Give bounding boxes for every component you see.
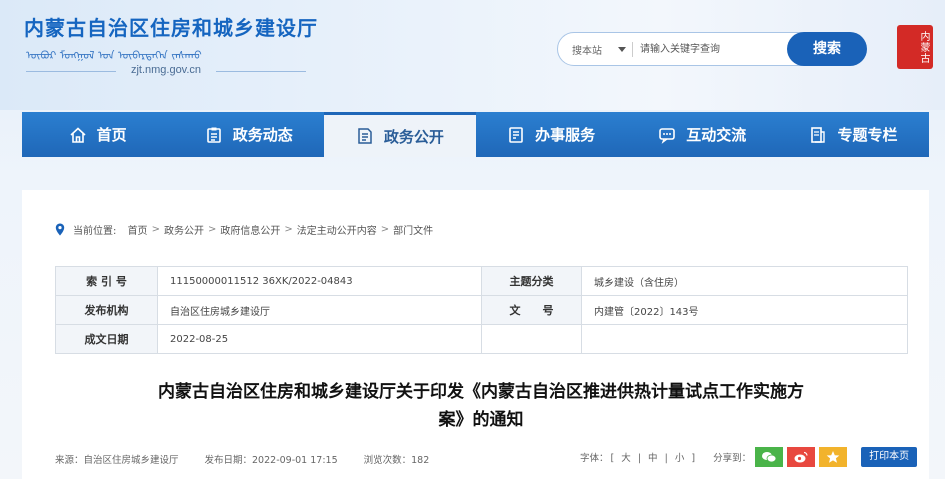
separator: | (664, 453, 668, 464)
meta-value-date: 2022-08-25 (157, 324, 482, 354)
article-publish-date: 发布日期：2022-09-01 17:15 (204, 455, 338, 466)
breadcrumb-prefix: 当前位置: (73, 226, 117, 237)
breadcrumb-separator: > (151, 224, 160, 235)
document-meta-table: 索 引 号 11150000011512 36XK/2022-04843 主题分… (55, 266, 908, 354)
document-title: 内蒙古自治区住房和城乡建设厅关于印发《内蒙古自治区推进供热计量试点工作实施方 案… (55, 378, 907, 434)
star-icon (826, 451, 840, 463)
site-domain: zjt.nmg.gov.cn (130, 64, 202, 76)
nav-item-topics[interactable]: 专题专栏 (778, 112, 929, 157)
meta-empty-cell (481, 324, 582, 354)
meta-value-publisher: 自治区住房城乡建设厅 (157, 295, 482, 325)
font-size-small-button[interactable]: 小 (675, 453, 685, 464)
table-row: 索 引 号 11150000011512 36XK/2022-04843 主题分… (55, 266, 908, 296)
meta-value-docno: 内建管〔2022〕143号 (581, 295, 908, 325)
font-size-label: 字体： (580, 453, 609, 464)
divider (632, 42, 633, 57)
service-icon (507, 126, 525, 144)
nav-item-news[interactable]: 政务动态 (173, 112, 324, 157)
domain-line: zjt.nmg.gov.cn (26, 64, 306, 78)
search-button[interactable]: 搜索 (787, 32, 867, 66)
meta-label-docno: 文 号 (481, 295, 582, 325)
main-nav: 首页 政务动态 政务公开 办事服务 互动交流 专题专栏 (22, 112, 929, 157)
nav-item-label: 专题专栏 (837, 126, 898, 144)
column-icon (809, 126, 827, 144)
breadcrumb: 当前位置: 首页 > 政务公开 > 政府信息公开 > 法定主动公开内容 > 部门… (55, 222, 433, 237)
article-tools: 字体： [ 大 | 中 | 小 ] 分享到： 打印本页 (580, 447, 918, 467)
nav-item-label: 首页 (96, 126, 127, 144)
nav-item-label: 办事服务 (535, 126, 596, 144)
meta-label-publisher: 发布机构 (55, 295, 158, 325)
breadcrumb-link-dept-files[interactable]: 部门文件 (393, 222, 433, 237)
separator: | (637, 453, 642, 464)
chat-icon (658, 126, 676, 144)
home-icon (69, 126, 87, 144)
breadcrumb-link-statutory[interactable]: 法定主动公开内容 (297, 222, 377, 237)
meta-label-index: 索 引 号 (55, 266, 158, 296)
font-size-controls: [ 大 | 中 | 小 ] (609, 450, 698, 464)
seal-logo: 内蒙古 (897, 25, 933, 69)
bracket: ] (691, 453, 696, 464)
breadcrumb-link-gov-info[interactable]: 政府信息公开 (220, 222, 280, 237)
weibo-icon (794, 451, 808, 463)
article-view-count: 浏览次数：182 (363, 455, 430, 466)
search-input[interactable] (640, 39, 780, 59)
share-favorite-button[interactable] (819, 447, 848, 467)
clipboard-icon (205, 126, 223, 144)
document-title-line: 内蒙古自治区住房和城乡建设厅关于印发《内蒙古自治区推进供热计量试点工作实施方 (158, 382, 804, 402)
nav-item-interaction[interactable]: 互动交流 (627, 112, 778, 157)
table-row: 发布机构 自治区住房城乡建设厅 文 号 内建管〔2022〕143号 (55, 295, 908, 325)
breadcrumb-separator: > (284, 224, 293, 235)
font-size-medium-button[interactable]: 中 (648, 453, 658, 464)
font-size-large-button[interactable]: 大 (621, 453, 631, 464)
meta-label-date: 成文日期 (55, 324, 158, 354)
nav-item-services[interactable]: 办事服务 (476, 112, 627, 157)
divider (216, 71, 306, 72)
share-wechat-button[interactable] (755, 447, 784, 467)
breadcrumb-link-open-gov[interactable]: 政务公开 (164, 222, 204, 237)
mongolian-title: ᠥᠪᠦᠷ ᠮᠣᠩᠭᠣᠯ ᠤᠨ ᠥᠪᠡᠷᠲᠡᠭᠡᠨ ᠵᠠᠰᠠᠬᠤ (26, 49, 202, 62)
breadcrumb-separator: > (207, 224, 217, 235)
search-box: 搜本站 搜索 (557, 32, 867, 66)
nav-item-label: 互动交流 (686, 126, 747, 144)
meta-empty-cell (581, 324, 908, 354)
bracket: [ (610, 453, 615, 464)
document-icon (356, 127, 374, 145)
wechat-icon (762, 452, 777, 463)
nav-item-open-gov[interactable]: 政务公开 (324, 112, 476, 157)
share-weibo-button[interactable] (787, 447, 816, 467)
search-scope-select[interactable]: 搜本站 (572, 42, 602, 57)
article-source: 来源：自治区住房城乡建设厅 (55, 455, 179, 466)
meta-label-category: 主题分类 (481, 266, 582, 296)
nav-item-label: 政务公开 (383, 127, 444, 146)
nav-item-label: 政务动态 (232, 126, 293, 144)
nav-item-home[interactable]: 首页 (22, 112, 173, 157)
meta-value-category: 城乡建设（含住房） (581, 266, 908, 296)
breadcrumb-link-home[interactable]: 首页 (128, 222, 148, 237)
table-row: 成文日期 2022-08-25 (55, 324, 908, 354)
breadcrumb-separator: > (380, 224, 390, 235)
print-button[interactable]: 打印本页 (861, 447, 918, 467)
article-panel: 当前位置: 首页 > 政务公开 > 政府信息公开 > 法定主动公开内容 > 部门… (22, 190, 929, 479)
article-info: 来源：自治区住房城乡建设厅 发布日期：2022-09-01 17:15 浏览次数… (55, 452, 429, 466)
location-pin-icon (55, 223, 65, 236)
document-title-line: 案》的通知 (438, 410, 524, 430)
meta-value-index: 11150000011512 36XK/2022-04843 (157, 266, 482, 296)
share-label: 分享到： (713, 453, 752, 464)
chevron-down-icon[interactable] (618, 47, 626, 52)
site-header: 内蒙古自治区住房和城乡建设厅 ᠥᠪᠦᠷ ᠮᠣᠩᠭᠣᠯ ᠤᠨ ᠥᠪᠡᠷᠲᠡᠭᠡᠨ … (0, 0, 945, 110)
site-title[interactable]: 内蒙古自治区住房和城乡建设厅 (24, 12, 318, 41)
breadcrumb-separator (120, 224, 123, 235)
